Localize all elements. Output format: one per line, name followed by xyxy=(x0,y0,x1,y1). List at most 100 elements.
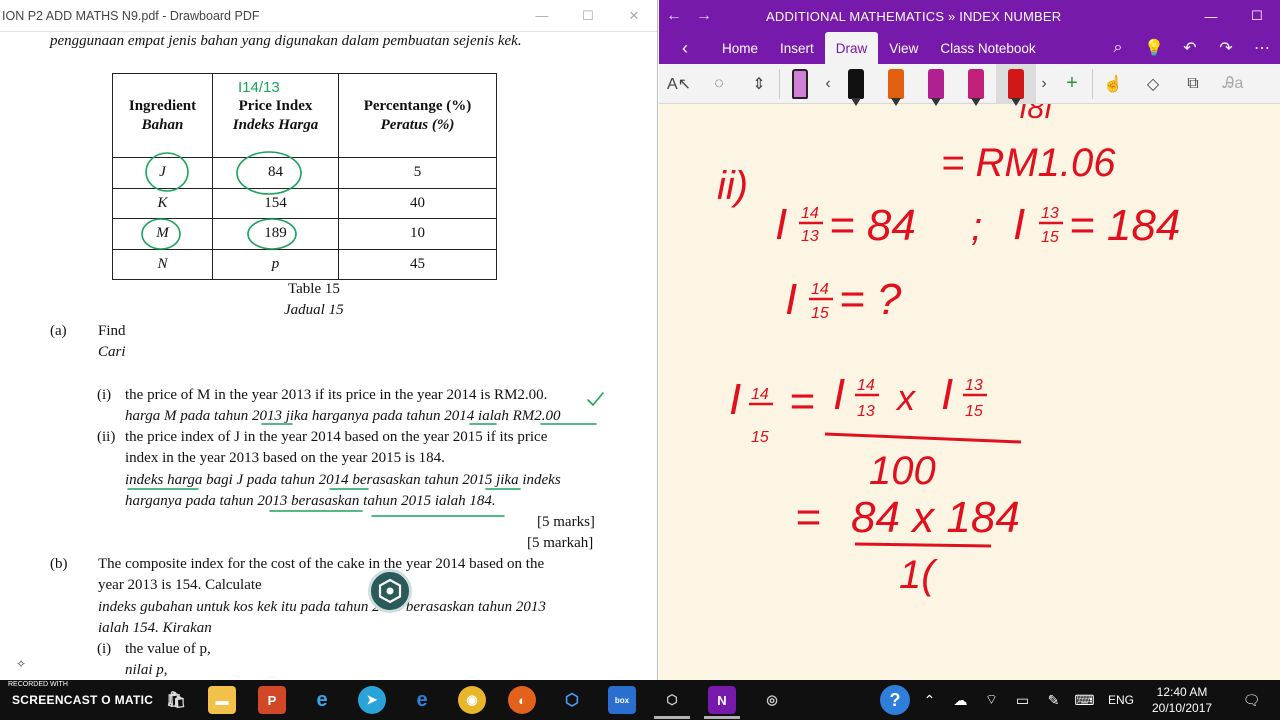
question-b-i-ms: nilai p, xyxy=(125,662,168,678)
shapes-icon[interactable]: ◇ xyxy=(1133,64,1173,104)
ink-fragment: I8I xyxy=(1019,104,1052,125)
svg-text:13: 13 xyxy=(1041,205,1059,222)
dropbox-icon[interactable]: ⬡ xyxy=(558,686,586,714)
pdf-page[interactable]: penggunaan empat jenis bahan yang diguna… xyxy=(0,32,658,680)
search-icon[interactable]: ⌕ xyxy=(1100,32,1136,64)
box-icon[interactable]: box xyxy=(608,686,636,714)
more-icon[interactable]: ⋯ xyxy=(1244,32,1280,64)
table-row: M 189 10 xyxy=(112,218,497,250)
pen-black-icon[interactable] xyxy=(836,64,876,106)
table-caption-ms: Jadual 15 xyxy=(284,302,344,318)
pen-magenta-icon[interactable] xyxy=(916,64,956,106)
undo-icon[interactable]: ↶ xyxy=(1172,32,1208,64)
question-b-line1: The composite index for the cost of the … xyxy=(98,556,545,572)
edge-icon[interactable]: e xyxy=(408,686,436,714)
onenote-titlebar: ← → ADDITIONAL MATHEMATICS » INDEX NUMBE… xyxy=(659,0,1280,32)
redo-icon[interactable]: ↷ xyxy=(1208,32,1244,64)
ribbon-tabs: ‹ Home Insert Draw View Class Notebook ⌕… xyxy=(659,32,1280,64)
table-row: J 84 5 xyxy=(112,157,497,189)
clock[interactable]: 12:40 AM 20/10/2017 xyxy=(1142,684,1222,716)
tab-insert[interactable]: Insert xyxy=(769,32,825,64)
back-arrow-icon[interactable]: ← xyxy=(659,7,689,25)
svg-text:x: x xyxy=(895,377,917,418)
tab-home[interactable]: Home xyxy=(711,32,769,64)
touch-draw-icon[interactable]: ☝ xyxy=(1093,64,1133,104)
question-b-ms1: indeks gubahan untuk kos kek itu pada ta… xyxy=(98,599,546,615)
question-a-ii-ms2: harganya pada tahun 2013 berasaskan tahu… xyxy=(125,493,496,509)
lightbulb-icon[interactable]: 💡 xyxy=(1136,32,1172,64)
screen-recorder-icon[interactable]: ◎ xyxy=(758,686,786,714)
maximize-button[interactable]: ☐ xyxy=(1234,0,1280,32)
svg-text:I: I xyxy=(775,200,787,249)
ink-separator: ; xyxy=(971,205,982,249)
help-icon[interactable]: ? xyxy=(880,685,910,715)
close-button[interactable]: ✕ xyxy=(611,0,657,32)
notebook-title: ADDITIONAL MATHEMATICS » INDEX NUMBER xyxy=(766,8,1062,24)
pen-pink-icon[interactable] xyxy=(956,64,996,106)
question-a-i-text: the price of M in the year 2013 if its p… xyxy=(125,387,548,403)
svg-text:I: I xyxy=(941,370,953,419)
eraser-icon[interactable] xyxy=(780,64,820,104)
onenote-icon[interactable]: N xyxy=(708,686,736,714)
svg-text:13: 13 xyxy=(857,403,875,420)
drawboard-pdf-icon[interactable]: ⬡ xyxy=(658,686,686,714)
pdf-viewer-window: ION P2 ADD MATHS N9.pdf - Drawboard PDF … xyxy=(0,0,658,680)
svg-text:14: 14 xyxy=(811,281,829,298)
pen-red-icon[interactable] xyxy=(996,63,1036,106)
ink-calc-denominator: 1( xyxy=(899,553,938,597)
svg-text:14: 14 xyxy=(857,377,875,394)
tab-view[interactable]: View xyxy=(878,32,929,64)
handwritten-ink: I8I = RM1.06 ii) I 14 13 = 84 ; I 13 15 … xyxy=(717,104,1180,597)
internet-explorer-icon[interactable]: e xyxy=(308,686,336,714)
scroll-left-icon[interactable]: ‹ xyxy=(820,64,836,104)
ink-unknown: = ? xyxy=(839,275,902,324)
tab-draw[interactable]: Draw xyxy=(824,32,879,64)
ink-to-text-icon[interactable]: Ꭿa xyxy=(1213,64,1253,104)
notifications-icon[interactable]: 🗨 xyxy=(1236,692,1267,709)
table-caption: Table 15 xyxy=(288,281,340,297)
minimize-button[interactable]: — xyxy=(1188,0,1234,32)
add-pen-icon[interactable]: + xyxy=(1052,64,1092,104)
tab-class-notebook[interactable]: Class Notebook xyxy=(929,32,1046,64)
lasso-select-icon[interactable]: ◌ xyxy=(699,64,739,104)
question-b-i-label: (i) xyxy=(97,641,112,657)
wifi-icon[interactable]: ⌔ xyxy=(976,691,1007,709)
table-row: Np 45 xyxy=(112,248,497,280)
forward-arrow-icon[interactable]: → xyxy=(689,7,719,25)
marks-label: [5 marks] xyxy=(537,514,595,530)
question-a-i-text-ms: harga M pada tahun 2013 jika harganya pa… xyxy=(125,408,561,424)
telegram-icon[interactable]: ➤ xyxy=(358,686,386,714)
chrome-icon[interactable]: ◉ xyxy=(458,686,486,714)
question-a-label: (a) xyxy=(50,323,67,339)
svg-text:13: 13 xyxy=(965,377,983,394)
keyboard-icon[interactable]: ⌨ xyxy=(1069,692,1100,709)
cursor-icon: ✧ xyxy=(16,657,27,671)
svg-text:I: I xyxy=(833,370,845,419)
note-canvas[interactable]: I8I = RM1.06 ii) I 14 13 = 84 ; I 13 15 … xyxy=(659,104,1280,680)
chevron-up-icon[interactable]: ⌃ xyxy=(914,692,945,709)
ink-calc-numerator: 84 x 184 xyxy=(851,493,1020,542)
minimize-button[interactable]: — xyxy=(519,0,565,32)
ink-formula-denominator: 100 xyxy=(869,449,936,493)
onedrive-icon[interactable]: ☁ xyxy=(945,692,976,709)
scroll-right-icon[interactable]: › xyxy=(1036,64,1052,104)
language-indicator[interactable]: ENG xyxy=(1100,693,1142,707)
firefox-icon[interactable]: ◐ xyxy=(508,686,536,714)
question-a-ii-line2: index in the year 2013 based on the year… xyxy=(125,450,445,466)
battery-icon[interactable]: ▭ xyxy=(1007,692,1038,709)
pen-orange-icon[interactable] xyxy=(876,64,916,106)
recorder-control-button[interactable] xyxy=(368,569,412,613)
svg-text:14: 14 xyxy=(801,205,819,222)
store-icon[interactable]: 🛍 xyxy=(162,686,190,714)
chevron-left-icon[interactable]: ‹ xyxy=(659,32,711,64)
ink-part-label: ii) xyxy=(717,164,748,208)
pen-workspace-icon[interactable]: ✎ xyxy=(1038,692,1069,709)
powerpoint-icon[interactable]: P xyxy=(258,686,286,714)
file-explorer-icon[interactable]: ▬ xyxy=(208,686,236,714)
type-select-icon[interactable]: A↖ xyxy=(659,64,699,104)
svg-text:I: I xyxy=(785,275,797,324)
marks-label-ms: [5 markah] xyxy=(527,535,594,551)
maximize-button[interactable]: ☐ xyxy=(565,0,611,32)
insert-space-icon[interactable]: ⇕ xyxy=(739,64,779,104)
ink-to-shape-icon[interactable]: ⧉ xyxy=(1173,64,1213,104)
